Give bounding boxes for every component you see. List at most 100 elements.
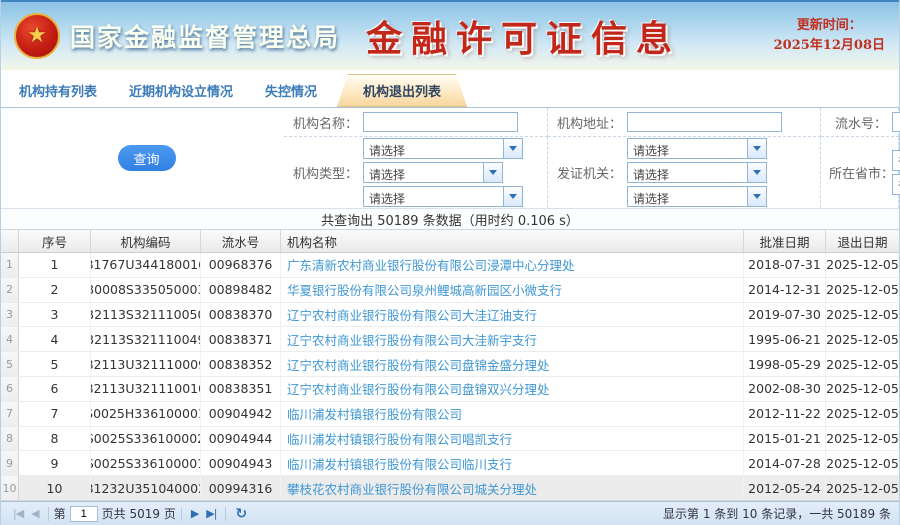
province-label: 所在省市： (829, 163, 887, 182)
tab-recent-establishment[interactable]: 近期机构设立情况 (117, 75, 245, 107)
serial-number-label: 流水号： (829, 113, 887, 132)
address-field-cell: 机构地址： (548, 108, 821, 137)
pagination-bar: |◀ ◀ 第 页共 5019 页 ▶ ▶| ↻ 显示第 1 条到 10 条记录，… (1, 501, 899, 525)
cell-name-link[interactable]: 临川浦发村镇银行股份有限公司 (281, 402, 744, 426)
cell-no: 5 (19, 352, 91, 376)
row-number-gutter: 9 (1, 451, 19, 475)
dropdown-arrow-icon[interactable] (503, 139, 522, 158)
serial-number-input[interactable] (892, 112, 900, 132)
record-summary: 显示第 1 条到 10 条记录，一共 50189 条 (663, 505, 891, 522)
cell-exit-date: 2025-12-05 (826, 476, 899, 500)
institution-name-input[interactable] (363, 112, 518, 132)
row-number-gutter: 7 (1, 402, 19, 426)
next-page-icon[interactable]: ▶ (187, 507, 202, 520)
cell-no: 4 (19, 327, 91, 351)
issuing-authority-label: 发证机关： (556, 163, 622, 182)
page-title: 金融许可证信息 (366, 10, 681, 62)
cell-name-link[interactable]: 辽宁农村商业银行股份有限公司大洼新宇支行 (281, 327, 744, 351)
institution-address-label: 机构地址： (556, 113, 622, 132)
select-value: 请选择 (628, 139, 747, 158)
cell-name-link[interactable]: 辽宁农村商业银行股份有限公司大洼辽油支行 (281, 303, 744, 327)
select-value: 请选择 (364, 163, 483, 182)
last-page-icon[interactable]: ▶| (202, 507, 220, 520)
cell-code: B2113U321110009 (91, 352, 201, 376)
cell-approve-date: 1995-06-21 (744, 327, 826, 351)
table-row[interactable]: 1 1 B1767U344180016 00968376 广东清新农村商业银行股… (1, 253, 899, 278)
select-value: 请选择 (364, 187, 503, 206)
row-number-gutter: 6 (1, 377, 19, 401)
table-row[interactable]: 6 6 B2113U321110010 00838351 辽宁农村商业银行股份有… (1, 377, 899, 402)
refresh-icon[interactable]: ↻ (231, 506, 250, 522)
table-row[interactable]: 5 5 B2113U321110009 00838352 辽宁农村商业银行股份有… (1, 352, 899, 377)
dropdown-arrow-icon[interactable] (747, 187, 766, 206)
table-row[interactable]: 10 10 B1232U351040002 00994316 攀枝花农村商业银行… (1, 476, 899, 501)
cell-name-link[interactable]: 临川浦发村镇银行股份有限公司唱凯支行 (281, 427, 744, 451)
select-value: 请选择 (628, 187, 747, 206)
table-row[interactable]: 8 8 S0025S336100002 00904944 临川浦发村镇银行股份有… (1, 427, 899, 452)
agency-name: 国家金融监督管理总局 (70, 18, 340, 54)
table-row[interactable]: 4 4 B2113S321110049 00838371 辽宁农村商业银行股份有… (1, 327, 899, 352)
cell-no: 10 (19, 476, 91, 500)
table-row[interactable]: 2 2 B0008S335050003 00898482 华夏银行股份有限公司泉… (1, 278, 899, 303)
institution-type-select-1[interactable]: 请选择 (363, 138, 523, 159)
issuing-authority-select-1[interactable]: 请选择 (627, 138, 767, 159)
cell-name-link[interactable]: 攀枝花农村商业银行股份有限公司城关分理处 (281, 476, 744, 500)
dropdown-arrow-icon[interactable] (503, 187, 522, 206)
dropdown-arrow-icon[interactable] (747, 139, 766, 158)
page-prefix: 第 (54, 505, 66, 522)
cell-serial: 00898482 (201, 278, 281, 302)
cell-approve-date: 2014-07-28 (744, 451, 826, 475)
serial-field-cell: 流水号： (821, 108, 899, 137)
cell-exit-date: 2025-12-05 (826, 352, 899, 376)
cell-serial: 00904942 (201, 402, 281, 426)
issuing-authority-select-2[interactable]: 请选择 (627, 162, 767, 183)
issuing-authority-select-3[interactable]: 请选择 (627, 186, 767, 207)
institution-type-select-2[interactable]: 请选择 (363, 162, 503, 183)
tab-bar: 机构持有列表 近期机构设立情况 失控情况 机构退出列表 (1, 70, 899, 108)
cell-name-link[interactable]: 临川浦发村镇银行股份有限公司临川支行 (281, 451, 744, 475)
col-header-exit-date: 退出日期 (826, 230, 899, 252)
tab-institution-exit-list[interactable]: 机构退出列表 (337, 74, 467, 107)
institution-type-select-3[interactable]: 请选择 (363, 186, 523, 207)
cell-approve-date: 2002-08-30 (744, 377, 826, 401)
col-header-serial: 流水号 (201, 230, 281, 252)
cell-approve-date: 2018-07-31 (744, 253, 826, 277)
row-number-gutter-header (1, 230, 19, 252)
cell-no: 6 (19, 377, 91, 401)
tab-loss-of-control[interactable]: 失控情况 (253, 75, 329, 107)
cell-name-link[interactable]: 华夏银行股份有限公司泉州鲤城高新园区小微支行 (281, 278, 744, 302)
tab-institution-holding-list[interactable]: 机构持有列表 (7, 75, 109, 107)
table-row[interactable]: 7 7 S0025H336100001 00904942 临川浦发村镇银行股份有… (1, 402, 899, 427)
table-row[interactable]: 9 9 S0025S336100001 00904943 临川浦发村镇银行股份有… (1, 451, 899, 476)
city-select[interactable]: 请选择 (892, 174, 900, 195)
cell-name-link[interactable]: 广东清新农村商业银行股份有限公司浸潭中心分理处 (281, 253, 744, 277)
province-field-cell: 所在省市： 请选择 请选择 (821, 137, 899, 208)
search-panel: 机构名称： 机构地址： 流水号： 查询 机构类型： 请选择 请选择 (1, 108, 899, 208)
cell-serial: 00968376 (201, 253, 281, 277)
prev-page-icon[interactable]: ◀ (27, 507, 42, 520)
first-page-icon[interactable]: |◀ (9, 507, 27, 520)
cell-code: B2113U321110010 (91, 377, 201, 401)
cell-exit-date: 2025-12-05 (826, 402, 899, 426)
institution-address-input[interactable] (627, 112, 782, 132)
pager-separator (225, 507, 226, 521)
cell-exit-date: 2025-12-05 (826, 303, 899, 327)
cell-name-link[interactable]: 辽宁农村商业银行股份有限公司盘锦双兴分理处 (281, 377, 744, 401)
query-button[interactable]: 查询 (118, 145, 176, 171)
page-number-input[interactable] (70, 506, 98, 522)
update-time-label: 更新时间： (774, 16, 885, 36)
cell-approve-date: 2014-12-31 (744, 278, 826, 302)
dropdown-arrow-icon[interactable] (483, 163, 502, 182)
cell-approve-date: 1998-05-29 (744, 352, 826, 376)
institution-name-label: 机构名称： (292, 113, 358, 132)
row-number-gutter: 8 (1, 427, 19, 451)
cell-name-link[interactable]: 辽宁农村商业银行股份有限公司盘锦金盛分理处 (281, 352, 744, 376)
table-row[interactable]: 3 3 B2113S321110050 00838370 辽宁农村商业银行股份有… (1, 303, 899, 328)
dropdown-arrow-icon[interactable] (747, 163, 766, 182)
table-body: 1 1 B1767U344180016 00968376 广东清新农村商业银行股… (1, 253, 899, 501)
cell-serial: 00994316 (201, 476, 281, 500)
cell-exit-date: 2025-12-05 (826, 253, 899, 277)
institution-type-label: 机构类型： (292, 163, 358, 182)
province-select[interactable]: 请选择 (892, 150, 900, 171)
cell-no: 3 (19, 303, 91, 327)
